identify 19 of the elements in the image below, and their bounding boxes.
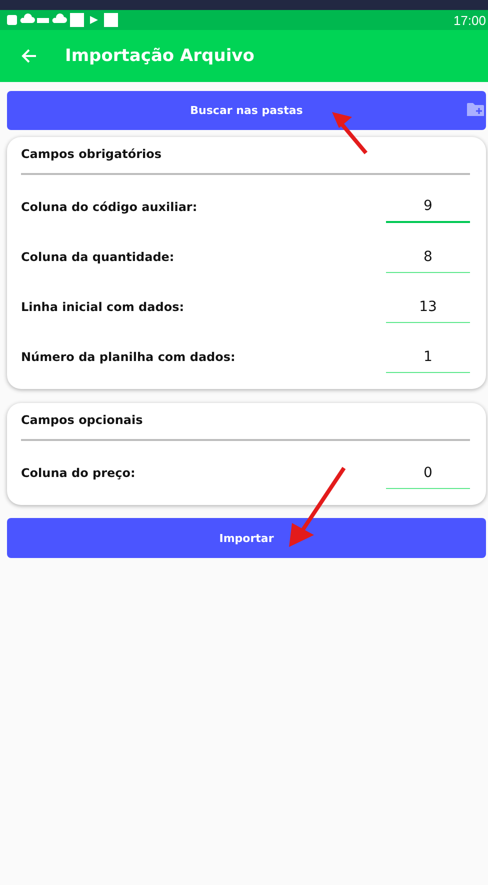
screen-title: Importação Arquivo [65, 46, 254, 66]
field-label: Coluna do preço: [21, 466, 136, 480]
import-button[interactable]: Importar [7, 518, 486, 558]
status-time: 17:00 [453, 12, 487, 28]
annotation-arrow [330, 110, 370, 156]
number-field[interactable]: 1 [386, 342, 470, 372]
number-field[interactable]: 9 [386, 191, 470, 223]
section-title: Campos opcionais [21, 413, 470, 441]
field-label: Linha inicial com dados: [21, 300, 184, 314]
number-field[interactable]: 0 [386, 458, 470, 488]
section-title: Campos obrigatórios [21, 147, 470, 175]
number-field[interactable]: 8 [386, 242, 470, 272]
browse-folders-button[interactable]: Buscar nas pastas [7, 91, 486, 130]
field-label: Coluna da quantidade: [21, 250, 174, 264]
number-field[interactable]: 13 [386, 292, 470, 322]
back-arrow-icon[interactable] [20, 47, 38, 65]
field-label: Coluna do código auxiliar: [21, 200, 198, 214]
folder-add-icon [467, 102, 484, 117]
field-label: Número da planilha com dados: [21, 350, 236, 364]
